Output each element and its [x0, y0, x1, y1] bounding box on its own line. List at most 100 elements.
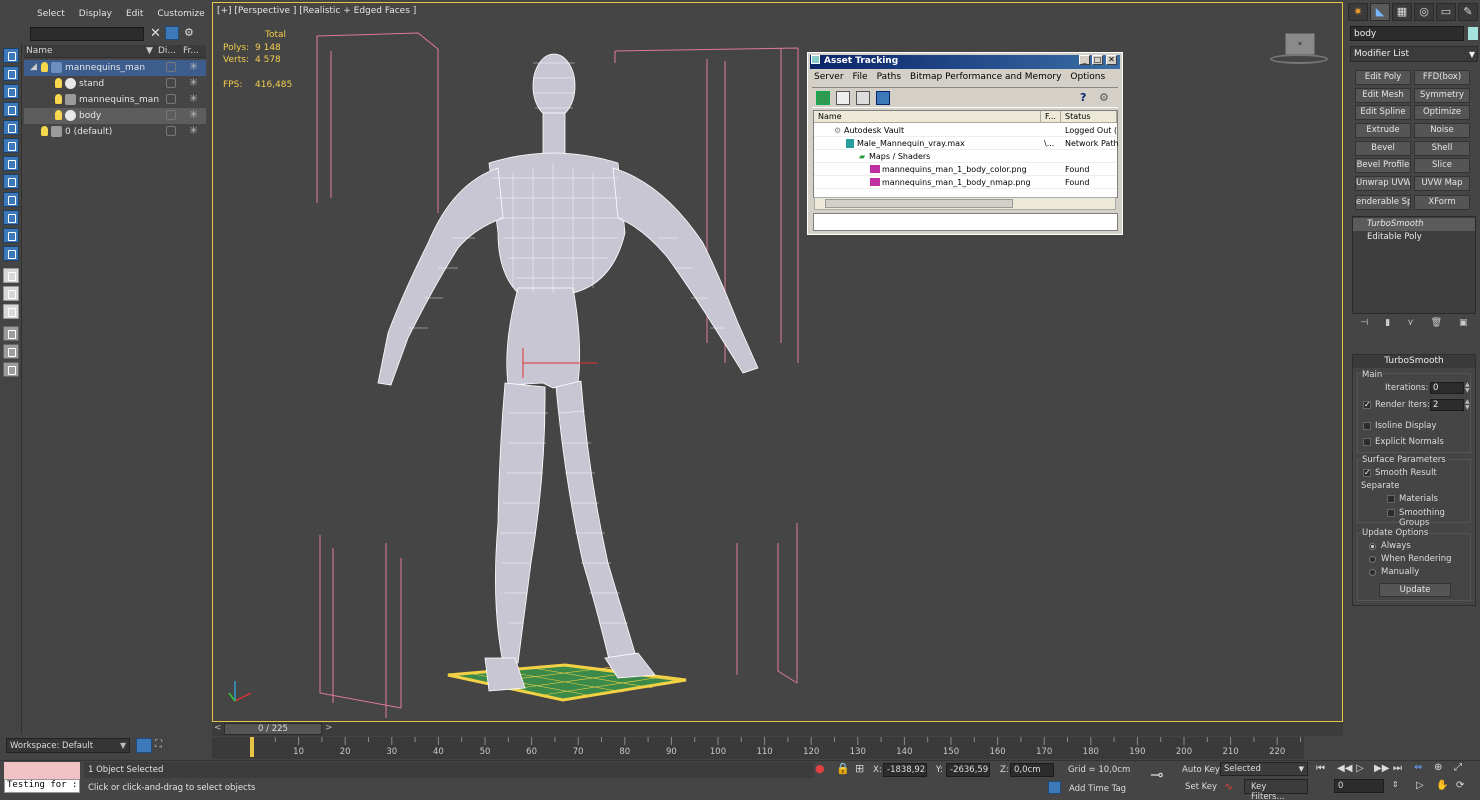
light-bulb-icon[interactable]	[41, 62, 48, 72]
menu-select[interactable]: Select	[37, 9, 65, 26]
iterations-spinner[interactable]: 0	[1430, 382, 1464, 394]
key-mode-icon[interactable]: ∿	[1224, 780, 1233, 793]
motion-tab-icon[interactable]: ◎	[1414, 3, 1434, 21]
workspace-selector[interactable]: Workspace: Default	[6, 738, 130, 753]
display-shapes-icon[interactable]	[3, 120, 19, 135]
menu-paths[interactable]: Paths	[877, 72, 901, 82]
display-bones-icon[interactable]	[3, 246, 19, 261]
column-name[interactable]: Name	[26, 46, 53, 56]
filter-toggle-icon[interactable]	[165, 26, 179, 40]
menu-server[interactable]: Server	[814, 72, 844, 82]
spinner-arrows-icon[interactable]: ⇕	[1392, 780, 1399, 789]
display-xrefs-icon[interactable]	[3, 228, 19, 243]
prev-key-icon[interactable]: ◀◀	[1337, 763, 1352, 774]
freeze-icon[interactable]: ✳	[189, 60, 198, 73]
key-set-dropdown[interactable]: Selected ▼	[1220, 762, 1308, 776]
options-icon[interactable]: ⚙	[184, 26, 194, 39]
create-tab-icon[interactable]: ✷	[1348, 3, 1368, 21]
spinner-arrows-icon[interactable]: ▲ ▼	[1465, 399, 1473, 411]
add-time-tag-button[interactable]: Add Time Tag	[1069, 784, 1126, 794]
select-none-icon[interactable]	[3, 66, 19, 81]
key-filters-button[interactable]: Key Filters...	[1244, 779, 1308, 800]
clear-search-icon[interactable]: ✕	[150, 26, 161, 41]
current-frame-field[interactable]: 0	[1334, 779, 1384, 793]
list-view-icon[interactable]	[836, 91, 850, 105]
pan-icon[interactable]: ✋	[1436, 780, 1448, 791]
column-full-path[interactable]: F...	[1041, 111, 1061, 123]
maxscript-listener[interactable]	[4, 762, 80, 780]
selection-lock-icon[interactable]: 🔒	[836, 762, 850, 775]
table-row[interactable]: mannequins_man_1_body_nmap.png Found	[814, 176, 1117, 189]
rollout-title[interactable]: TurboSmooth	[1353, 355, 1475, 368]
pin-stack-icon[interactable]: ⊣	[1360, 318, 1368, 334]
maximize-button[interactable]: □	[1092, 55, 1103, 65]
stack-item-turbosmooth[interactable]: TurboSmooth	[1353, 218, 1475, 231]
modifier-button[interactable]: Bevel	[1355, 141, 1411, 156]
hierarchy-icon[interactable]: ⛶	[155, 739, 162, 750]
freeze-icon[interactable]: ✳	[189, 124, 198, 137]
utilities-tab-icon[interactable]: ✎	[1458, 3, 1478, 21]
column-status[interactable]: Status	[1061, 111, 1117, 123]
modifier-button[interactable]: Edit Poly	[1355, 70, 1411, 85]
time-slider-thumb[interactable]: 0 / 225	[224, 723, 322, 735]
horizontal-scrollbar[interactable]	[814, 197, 1116, 210]
when-rendering-radio[interactable]	[1369, 556, 1376, 563]
column-display[interactable]: Di...	[158, 46, 176, 56]
modifier-button[interactable]: UVW Map	[1414, 176, 1470, 191]
table-view-icon[interactable]	[856, 91, 870, 105]
manually-radio[interactable]	[1369, 569, 1376, 576]
go-to-end-icon[interactable]: ⏭	[1393, 763, 1402, 774]
absolute-mode-icon[interactable]: ⊞	[855, 762, 864, 775]
display-lights-icon[interactable]	[3, 138, 19, 153]
modifier-button[interactable]: Edit Spline	[1355, 105, 1411, 120]
list-item[interactable]: body ✳	[24, 108, 206, 124]
maximize-viewport-icon[interactable]: ⤢	[1454, 762, 1462, 773]
zoom-extents-icon[interactable]: ⊕	[1434, 762, 1442, 773]
grid-view-icon[interactable]	[876, 91, 890, 105]
display-box-icon[interactable]	[166, 62, 176, 72]
display-box-icon[interactable]	[166, 78, 176, 88]
light-bulb-icon[interactable]	[55, 78, 62, 88]
perspective-viewport[interactable]: [+] [Perspective ] [Realistic + Edged Fa…	[212, 2, 1343, 722]
layer-icon[interactable]	[3, 362, 19, 377]
spinner-arrows-icon[interactable]: ▲ ▼	[1465, 382, 1473, 394]
dialog-titlebar[interactable]: Asset Tracking	[810, 55, 1120, 69]
freeze-icon[interactable]: ✳	[189, 108, 198, 121]
display-cameras-icon[interactable]	[3, 156, 19, 171]
column-name[interactable]: Name	[814, 111, 1041, 123]
isoline-display-checkbox[interactable]	[1363, 422, 1371, 430]
isolate-selection-icon[interactable]: ●	[815, 762, 825, 775]
configure-sets-icon[interactable]: ▣	[1459, 318, 1468, 334]
help-context-icon[interactable]: ⚙	[1099, 91, 1113, 105]
display-box-icon[interactable]	[166, 126, 176, 136]
display-groups-icon[interactable]	[3, 210, 19, 225]
render-iters-spinner[interactable]: 2	[1430, 399, 1464, 411]
menu-options[interactable]: Options	[1070, 72, 1105, 82]
explicit-normals-checkbox[interactable]	[1363, 438, 1371, 446]
freeze-icon[interactable]: ✳	[189, 92, 198, 105]
display-tab-icon[interactable]: ▭	[1436, 3, 1456, 21]
refresh-icon[interactable]	[816, 91, 830, 105]
play-icon[interactable]: ▷	[1356, 763, 1364, 774]
modifier-button[interactable]: enderable Splin	[1355, 195, 1411, 210]
time-config-icon[interactable]: ▷	[1416, 780, 1424, 791]
always-radio[interactable]	[1369, 543, 1376, 550]
modifier-list-dropdown[interactable]: Modifier List ▼	[1350, 46, 1478, 62]
object-color-swatch[interactable]	[1468, 27, 1478, 40]
maxscript-input[interactable]: Testing for :	[4, 779, 80, 793]
display-all-icon[interactable]	[3, 268, 19, 283]
key-icon[interactable]: ⊸	[1150, 765, 1163, 784]
set-key-button[interactable]: Set Key	[1185, 782, 1217, 792]
modifier-button[interactable]: Extrude	[1355, 123, 1411, 138]
display-box-icon[interactable]	[166, 94, 176, 104]
freeze-icon[interactable]: ✳	[189, 76, 198, 89]
modifier-button[interactable]: Noise	[1414, 123, 1470, 138]
select-invert-icon[interactable]	[3, 84, 19, 99]
select-all-icon[interactable]	[3, 48, 19, 63]
prev-frame-icon[interactable]: <	[214, 723, 222, 733]
modifier-button[interactable]: Shell	[1414, 141, 1470, 156]
menu-file[interactable]: File	[853, 72, 868, 82]
make-unique-icon[interactable]: ⋎	[1407, 318, 1414, 334]
modifier-button[interactable]: Unwrap UVW	[1355, 176, 1411, 191]
time-tag-icon[interactable]	[1048, 781, 1061, 794]
